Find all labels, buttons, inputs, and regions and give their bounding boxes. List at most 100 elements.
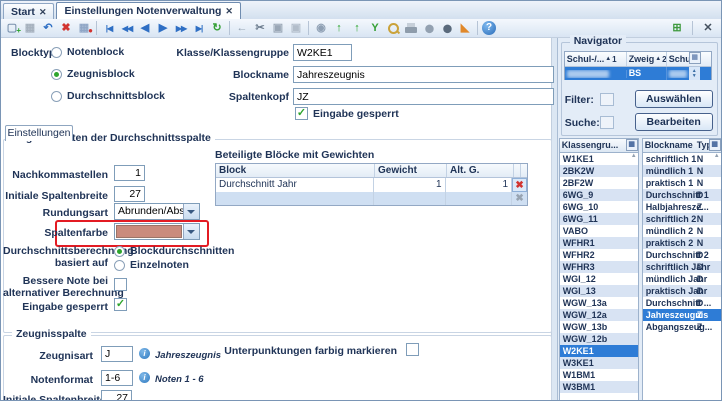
suche-input[interactable] (600, 116, 614, 129)
eingabe-gesperrt-top-checkbox[interactable]: ✓ (295, 107, 308, 120)
radio-button[interactable] (51, 69, 62, 80)
klassengruppe-item[interactable]: WGW_13a (560, 297, 638, 309)
prev-record-icon[interactable]: ◀ (137, 21, 153, 36)
ellipse-icon[interactable]: ⬤ (421, 21, 437, 36)
notenformat-input[interactable] (101, 370, 133, 386)
rundungsart-combo[interactable]: Abrunden/Abschne (114, 203, 200, 220)
spaltenkopf-input[interactable] (293, 88, 554, 105)
tab-einstellungen-sub[interactable]: Einstellungen (5, 125, 73, 141)
klassengruppe-item[interactable]: WGW_13b (560, 321, 638, 333)
print-icon[interactable] (403, 21, 419, 36)
klassengruppe-item[interactable]: W1KE1 (560, 153, 638, 165)
column-header[interactable]: Schule (667, 52, 689, 66)
next-record-icon[interactable]: ▶ (155, 21, 171, 36)
radio-option[interactable]: Blockdurchschnitten (114, 244, 234, 258)
filter-input[interactable] (600, 93, 614, 106)
klassengruppe-item[interactable]: WFHR2 (560, 249, 638, 261)
search-icon[interactable] (385, 21, 401, 36)
table-row[interactable]: Durchschnitt Jahr11✖ (216, 178, 527, 192)
nachkommastellen-input[interactable] (114, 165, 145, 181)
radio-option[interactable]: Einzelnoten (114, 258, 189, 272)
at-icon[interactable]: ◉ (313, 21, 329, 36)
radio-button[interactable] (51, 47, 62, 58)
blockname-item[interactable]: Durchschnitt 1D (643, 189, 721, 201)
save-icon[interactable]: ▦ (22, 21, 38, 36)
bessere-note-checkbox[interactable] (114, 278, 127, 291)
pin-icon[interactable]: ⬤ (439, 21, 455, 36)
import-icon[interactable]: ↑ (331, 21, 347, 36)
column-chooser-icon[interactable]: ▦ (689, 52, 701, 64)
tab-close-icon[interactable]: ✕ (39, 5, 47, 19)
klassengruppe-item[interactable]: WGI_13 (560, 285, 638, 297)
klassengruppe-item[interactable]: W3BM1 (560, 381, 638, 393)
radio-option[interactable]: Zeugnisblock (51, 67, 135, 81)
help-icon[interactable]: ? (482, 21, 496, 35)
klassengruppe-item[interactable]: WGW_12a (560, 309, 638, 321)
fast-prev-icon[interactable]: ◀◀ (119, 21, 135, 36)
cut-icon[interactable]: ✂ (252, 21, 268, 36)
radio-button[interactable] (114, 260, 125, 271)
dock-refresh-icon[interactable]: ⊞ (669, 21, 685, 36)
column-header[interactable]: Gewicht (375, 164, 447, 177)
chevron-down-icon[interactable] (183, 224, 199, 239)
blockname-input[interactable] (293, 66, 554, 83)
klassengruppen-list-header[interactable]: Klassengru... ▦ (560, 139, 638, 153)
blockname-item[interactable]: praktisch 1N (643, 177, 721, 189)
blockname-item[interactable]: mündlich 1N (643, 165, 721, 177)
tab-close-icon[interactable]: ✕ (225, 4, 233, 18)
delete-row-icon[interactable]: ✖ (512, 192, 527, 205)
chevron-down-icon[interactable] (183, 204, 199, 219)
blockname-item[interactable]: praktisch JahrD (643, 285, 721, 297)
back-arrow-icon[interactable]: ← (234, 21, 250, 36)
klassengruppe-item[interactable]: 2BF2W (560, 177, 638, 189)
table-row-new[interactable]: ✖ (216, 192, 527, 205)
delete-icon[interactable]: ✖ (58, 21, 74, 36)
scroll-up-icon[interactable]: ▲ (714, 153, 720, 159)
tab-start[interactable]: Start ✕ (3, 3, 54, 19)
blockname-item[interactable]: praktisch 2N (643, 237, 721, 249)
fast-next-icon[interactable]: ▶▶ (173, 21, 189, 36)
zeugnisart-input[interactable] (101, 346, 133, 362)
funnel-icon[interactable]: ◣ (457, 21, 473, 36)
undo-icon[interactable]: ↶ (40, 21, 56, 36)
klassengruppe-item[interactable]: W1BM1 (560, 369, 638, 381)
edit-grid-icon[interactable]: ▦● (76, 21, 92, 36)
klassengruppe-item[interactable]: VABO (560, 225, 638, 237)
blockname-item[interactable]: Halbjahresze...Z (643, 201, 721, 213)
column-header[interactable]: Alt. G. (447, 164, 514, 177)
navigator-selected-row[interactable]: BS ▲▼ (565, 67, 711, 80)
klassengruppe-item[interactable]: W3KE1 (560, 357, 638, 369)
radio-button[interactable] (51, 91, 62, 102)
row-scroll-control[interactable]: ▲▼ (689, 67, 700, 80)
paste-icon[interactable]: ▣ (288, 21, 304, 36)
klassengruppe-item[interactable]: 6WG_11 (560, 213, 638, 225)
new-record-icon[interactable]: ▢+ (4, 21, 20, 36)
column-header[interactable]: Zweig▲2 (627, 52, 667, 66)
radio-option[interactable]: Notenblock (51, 45, 124, 59)
column-chooser-icon[interactable]: ▦ (709, 139, 721, 151)
blockname-item[interactable]: schriftlich 1N (643, 153, 721, 165)
bearbeiten-button[interactable]: Bearbeiten (635, 113, 713, 131)
klassengruppe-item[interactable]: 2BK2W (560, 165, 638, 177)
klassengruppe-item[interactable]: WFHR3 (560, 261, 638, 273)
panel-close-icon[interactable]: ✕ (700, 21, 716, 36)
blockname-item[interactable]: schriftlich JahrD (643, 261, 721, 273)
blockname-item[interactable]: JahreszeugnisZ (643, 309, 721, 321)
klassengruppe-item[interactable]: WGI_12 (560, 273, 638, 285)
eingabe-gesperrt-checkbox[interactable]: ✓ (114, 298, 127, 311)
initiale-spaltenbreite-input[interactable] (114, 186, 145, 202)
radio-button[interactable] (114, 246, 125, 257)
klassengruppe-item[interactable]: W2KE1 (560, 345, 638, 357)
klasse-input[interactable] (293, 44, 352, 61)
auswaehlen-button[interactable]: Auswählen (635, 90, 713, 108)
delete-row-icon[interactable]: ✖ (512, 178, 527, 192)
filter-icon[interactable]: Y (367, 21, 383, 36)
blockname-list-header[interactable]: Blockname Typ ▦ (643, 139, 721, 153)
column-header[interactable]: Block (216, 164, 375, 177)
klassengruppe-item[interactable]: WGW_12b (560, 333, 638, 345)
scroll-up-icon[interactable]: ▲ (631, 153, 637, 159)
copy-icon[interactable]: ▣ (270, 21, 286, 36)
initiale-spaltenbreite2-input[interactable] (101, 390, 132, 401)
blockname-item[interactable]: Durchschnitt 2D (643, 249, 721, 261)
column-chooser-icon[interactable]: ▦ (626, 139, 638, 151)
